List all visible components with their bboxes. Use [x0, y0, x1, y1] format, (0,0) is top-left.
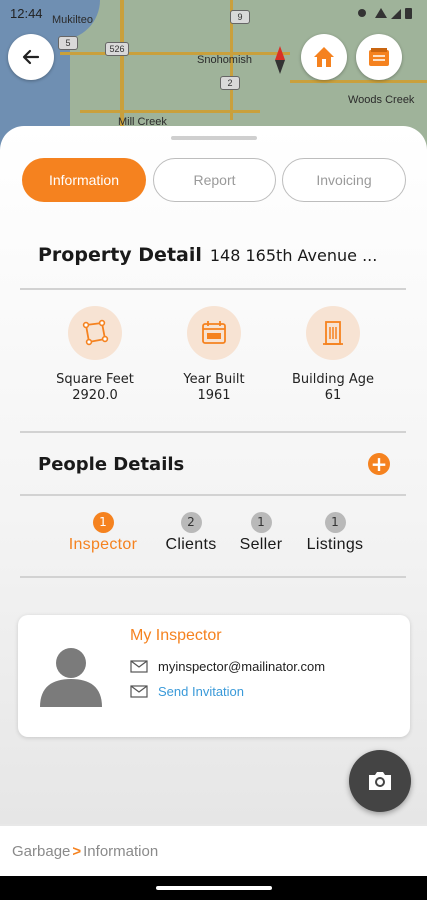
- stat-value: 2920.0: [72, 388, 118, 403]
- person-card[interactable]: My Inspector myinspector@mailinator.com …: [18, 615, 410, 737]
- route-shield: 9: [230, 10, 250, 24]
- map-label: Woods Creek: [348, 94, 415, 106]
- camera-icon: [369, 772, 391, 790]
- property-title: Property Detail: [38, 244, 202, 266]
- property-header: Property Detail 148 165th Avenue ...: [38, 244, 408, 266]
- status-time: 12:44: [10, 6, 43, 21]
- stat-building-age: Building Age 61: [278, 306, 388, 403]
- breadcrumb-current: Information: [83, 842, 159, 860]
- stat-label: Year Built: [183, 372, 245, 387]
- envelope-icon: [130, 685, 148, 698]
- status-signal-icon: [358, 8, 412, 19]
- people-tab-label: Seller: [239, 536, 283, 553]
- sheet-drag-handle[interactable]: [171, 136, 257, 140]
- map-road: [290, 80, 427, 83]
- notes-button[interactable]: [356, 34, 402, 80]
- stat-square-feet: Square Feet 2920.0: [40, 306, 150, 403]
- people-tab-seller[interactable]: 1 Seller: [234, 512, 288, 554]
- calendar-icon: [202, 321, 226, 344]
- send-invitation-row[interactable]: Send Invitation: [130, 684, 244, 699]
- house-icon: [314, 47, 334, 67]
- tab-report[interactable]: Report: [153, 158, 276, 202]
- route-shield: 2: [220, 76, 240, 90]
- count-badge: 2: [180, 512, 202, 533]
- stat-label: Square Feet: [56, 372, 134, 387]
- map-label: Mukilteo: [52, 14, 93, 26]
- status-icons: [357, 6, 415, 23]
- divider: [20, 576, 406, 578]
- breadcrumb: Garbage > Information: [0, 826, 427, 876]
- map-road: [60, 52, 290, 55]
- route-shield: 5: [58, 36, 78, 50]
- compass-icon[interactable]: [274, 46, 286, 74]
- property-address[interactable]: 148 165th Avenue ...: [210, 246, 377, 265]
- person-role: My Inspector: [130, 627, 222, 644]
- building-icon: [323, 321, 343, 345]
- area-icon: [82, 319, 109, 346]
- people-tab-listings[interactable]: 1 Listings: [298, 512, 372, 554]
- home-button[interactable]: [301, 34, 347, 80]
- avatar-icon: [40, 648, 102, 707]
- breadcrumb-separator: >: [72, 842, 82, 860]
- system-nav-bar: [0, 876, 427, 900]
- person-email-row: myinspector@mailinator.com: [130, 659, 325, 674]
- add-person-button[interactable]: +: [368, 453, 390, 475]
- divider: [20, 288, 406, 290]
- count-badge: 1: [250, 512, 272, 533]
- stat-badge: [306, 306, 360, 360]
- people-tab-inspector[interactable]: 1 Inspector: [60, 512, 146, 554]
- arrow-left-icon: [22, 49, 40, 65]
- people-details-title: People Details: [38, 454, 185, 475]
- envelope-icon: [130, 660, 148, 673]
- people-tab-label: Inspector: [68, 536, 138, 553]
- stat-value: 61: [324, 388, 342, 403]
- stat-value: 1961: [197, 388, 231, 403]
- map-label: Snohomish: [197, 54, 253, 66]
- person-email: myinspector@mailinator.com: [158, 659, 326, 674]
- stat-year-built: Year Built 1961: [159, 306, 269, 403]
- route-shield: 526: [105, 42, 129, 56]
- divider: [20, 431, 406, 433]
- send-invitation-link[interactable]: Send Invitation: [158, 684, 244, 699]
- tab-invoicing[interactable]: Invoicing: [282, 158, 406, 202]
- divider: [20, 494, 406, 496]
- stat-badge: [68, 306, 122, 360]
- bottom-sheet: Information Report Invoicing Property De…: [0, 126, 427, 824]
- back-button[interactable]: [8, 34, 54, 80]
- top-tabs: Information Report Invoicing: [22, 158, 408, 202]
- people-tab-clients[interactable]: 2 Clients: [158, 512, 224, 554]
- breadcrumb-root[interactable]: Garbage: [12, 843, 70, 860]
- tab-information[interactable]: Information: [22, 158, 146, 202]
- stat-badge: [187, 306, 241, 360]
- camera-button[interactable]: [349, 750, 411, 812]
- stat-label: Building Age: [291, 372, 374, 387]
- count-badge: 1: [324, 512, 346, 533]
- people-tab-label: Listings: [306, 536, 364, 553]
- people-tab-label: Clients: [165, 536, 217, 553]
- count-badge: 1: [92, 512, 114, 533]
- map-road: [80, 110, 260, 113]
- notebook-icon: [369, 48, 389, 66]
- home-gesture-pill[interactable]: [156, 886, 272, 890]
